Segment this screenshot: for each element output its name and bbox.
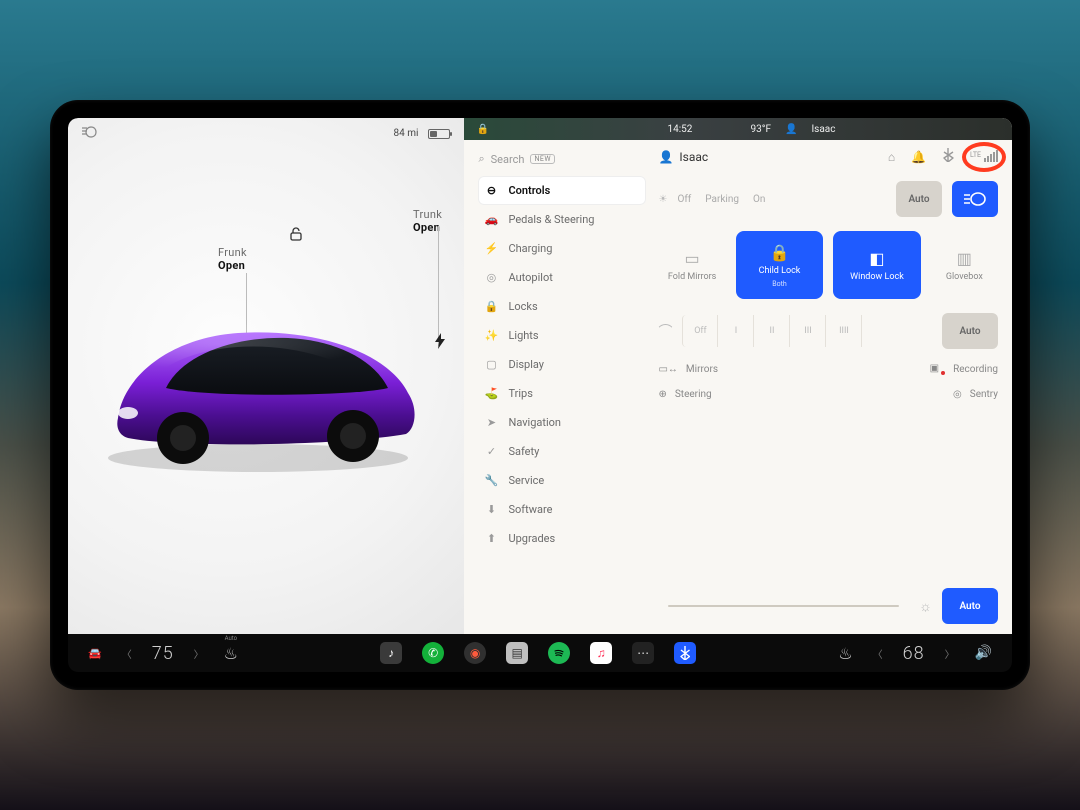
headlight-status-icon xyxy=(82,126,100,141)
car-app-icon[interactable]: 🚘 xyxy=(88,647,102,660)
profile-selector[interactable]: 👤 Isaac xyxy=(658,150,708,164)
bluetooth-app-icon[interactable] xyxy=(674,642,696,664)
profile-icon: 👤 xyxy=(785,124,797,135)
bluetooth-icon[interactable] xyxy=(942,148,954,165)
menu-item-autopilot[interactable]: ◎Autopilot xyxy=(478,263,646,292)
homelink-icon[interactable]: ⌂ xyxy=(888,150,895,164)
vehicle-render xyxy=(88,298,428,478)
touchscreen: 84 mi FrunkOpen TrunkOpen xyxy=(68,118,1012,672)
passenger-seat-heat[interactable]: ♨ xyxy=(838,644,852,663)
lights-icon: ☀ xyxy=(658,194,667,205)
menu-icon: ⬇ xyxy=(484,503,498,516)
menu-item-upgrades[interactable]: ⬆Upgrades xyxy=(478,524,646,553)
driver-seat-heat[interactable]: Auto♨ xyxy=(224,644,238,663)
search-field[interactable]: ⌕ Search NEW xyxy=(478,150,646,176)
menu-icon: ➤ xyxy=(484,416,498,429)
wiper-auto-button[interactable]: Auto xyxy=(942,313,998,349)
menu-item-safety[interactable]: ✓Safety xyxy=(478,437,646,466)
spotify-app-icon[interactable] xyxy=(548,642,570,664)
dashcam-recording[interactable]: ▣ Recording xyxy=(930,363,998,375)
profile-name-top: Isaac xyxy=(811,124,835,135)
menu-icon: 🔧 xyxy=(484,474,498,487)
tablet-frame: 84 mi FrunkOpen TrunkOpen xyxy=(50,100,1030,690)
apple-music-app-icon[interactable]: ♫ xyxy=(590,642,612,664)
brightness-icon: ☼ xyxy=(919,598,932,615)
brightness-auto-button[interactable]: Auto xyxy=(942,588,998,624)
camera-app-icon[interactable]: ◉ xyxy=(464,642,486,664)
menu-icon: ▢ xyxy=(484,358,498,371)
passenger-temp[interactable]: 68 xyxy=(903,643,925,664)
menu-icon: ✓ xyxy=(484,445,498,458)
all-apps-icon[interactable]: ⋯ xyxy=(632,642,654,664)
charge-bolt-icon xyxy=(434,333,446,353)
brightness-slider[interactable] xyxy=(668,605,899,607)
adjust-steering[interactable]: ⊕ Steering xyxy=(658,389,711,400)
temp-left-up[interactable]: 〉 xyxy=(194,646,204,661)
notifications-icon[interactable]: 🔔 xyxy=(911,150,926,164)
child-lock-icon: 🔒 xyxy=(770,243,790,262)
lights-auto-button[interactable]: Auto xyxy=(896,181,942,217)
recording-icon: ▣ xyxy=(930,363,945,375)
driver-temp[interactable]: 75 xyxy=(152,643,174,664)
person-icon: 👤 xyxy=(658,150,673,164)
menu-icon: ◎ xyxy=(484,271,498,284)
sentry-icon: ◎ xyxy=(953,389,962,400)
menu-icon: 🔒 xyxy=(484,300,498,313)
wiper-icon: ⌒ xyxy=(658,321,672,341)
menu-icon: ⚡ xyxy=(484,242,498,255)
lights-segment[interactable]: Off Parking On xyxy=(677,194,886,205)
menu-item-software[interactable]: ⬇Software xyxy=(478,495,646,524)
adjust-mirrors[interactable]: ▭↔ Mirrors xyxy=(658,363,718,375)
menu-icon: 🚗 xyxy=(484,213,498,226)
cellular-signal-icon[interactable]: LTE xyxy=(970,150,998,164)
bottom-dock: 🚘 〈 75 〉 Auto♨ ♪ ✆ ◉ ▤ ♫ ⋯ ♨ 〈 68 〉 🔊 xyxy=(68,634,1012,672)
search-icon: ⌕ xyxy=(478,152,484,166)
menu-item-charging[interactable]: ⚡Charging xyxy=(478,234,646,263)
wiper-segment[interactable]: Off III IIIIIII xyxy=(682,315,862,347)
menu-icon: ⬆ xyxy=(484,532,498,545)
glovebox-icon: ▥ xyxy=(957,249,972,268)
menu-item-display[interactable]: ▢Display xyxy=(478,350,646,379)
controls-panel: 🔒 14:52 93°F 👤 Isaac ⌕ Search xyxy=(464,118,1012,634)
window-lock-tile[interactable]: ◧ Window Lock xyxy=(833,231,920,299)
menu-item-navigation[interactable]: ➤Navigation xyxy=(478,408,646,437)
status-bar: 🔒 14:52 93°F 👤 Isaac xyxy=(464,118,1012,140)
lock-icon: 🔒 xyxy=(476,124,488,135)
window-lock-icon: ◧ xyxy=(869,249,884,268)
controls-content: 👤 Isaac ⌂ 🔔 LTE xyxy=(654,140,1012,634)
menu-item-controls[interactable]: ⊖Controls xyxy=(478,176,646,205)
clock: 14:52 xyxy=(667,124,692,135)
volume-icon[interactable]: 🔊 xyxy=(975,645,992,661)
menu-item-pedals-steering[interactable]: 🚗Pedals & Steering xyxy=(478,205,646,234)
temp-right-down[interactable]: 〈 xyxy=(873,646,883,661)
menu-icon: ⊖ xyxy=(484,184,498,197)
mirror-icon: ▭ xyxy=(685,249,700,268)
menu-item-service[interactable]: 🔧Service xyxy=(478,466,646,495)
menu-item-lights[interactable]: ✨Lights xyxy=(478,321,646,350)
battery-icon xyxy=(428,129,450,139)
fold-mirrors-tile[interactable]: ▭ Fold Mirrors xyxy=(658,231,725,299)
menu-icon: ✨ xyxy=(484,329,498,342)
headlights-button[interactable] xyxy=(952,181,998,217)
music-app-icon[interactable]: ♪ xyxy=(380,642,402,664)
manual-app-icon[interactable]: ▤ xyxy=(506,642,528,664)
temp-right-up[interactable]: 〉 xyxy=(945,646,955,661)
frunk-label[interactable]: FrunkOpen xyxy=(218,246,247,272)
unlock-icon[interactable] xyxy=(288,226,304,246)
child-lock-tile[interactable]: 🔒 Child Lock Both xyxy=(736,231,823,299)
menu-item-locks[interactable]: 🔒Locks xyxy=(478,292,646,321)
outside-temp: 93°F xyxy=(750,124,771,135)
sentry-mode[interactable]: ◎ Sentry xyxy=(953,389,998,400)
menu-icon: ⛳ xyxy=(484,387,498,400)
range-value: 84 mi xyxy=(394,128,419,139)
glovebox-tile[interactable]: ▥ Glovebox xyxy=(931,231,998,299)
phone-app-icon[interactable]: ✆ xyxy=(422,642,444,664)
menu-item-trips[interactable]: ⛳Trips xyxy=(478,379,646,408)
adjust-mirrors-icon: ▭↔ xyxy=(658,364,677,375)
settings-menu: ⌕ Search NEW ⊖Controls🚗Pedals & Steering… xyxy=(464,140,654,634)
new-badge: NEW xyxy=(530,154,555,164)
vehicle-panel: 84 mi FrunkOpen TrunkOpen xyxy=(68,118,464,634)
temp-left-down[interactable]: 〈 xyxy=(122,646,132,661)
steering-icon: ⊕ xyxy=(658,389,666,400)
